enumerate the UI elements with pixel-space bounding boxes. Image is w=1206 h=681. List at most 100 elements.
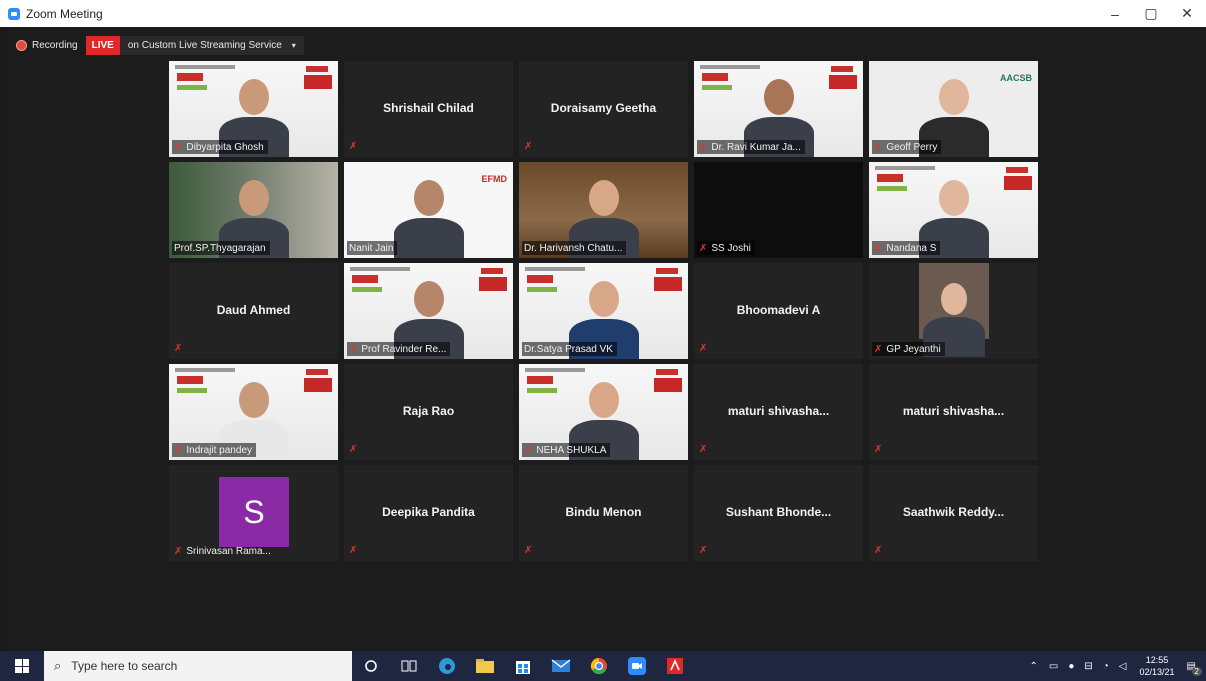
- participant-name: Deepika Pandita: [382, 505, 475, 519]
- participant-name: Dibyarpita Ghosh: [186, 141, 264, 153]
- participant-name: Dr. Ravi Kumar Ja...: [711, 141, 801, 153]
- participant-tile[interactable]: EFMD Nanit Jain: [344, 162, 513, 258]
- volume-icon[interactable]: ◁: [1119, 661, 1127, 672]
- participant-tile[interactable]: ✗ GP Jeyanthi: [869, 263, 1038, 359]
- participant-name: Daud Ahmed: [216, 303, 291, 317]
- zoom-icon[interactable]: [618, 651, 656, 681]
- participant-grid: ✗ Dibyarpita Ghosh Shrishail Chilad ✗ Dorais…: [169, 61, 1038, 561]
- participant-name-label: ✗ NEHA SHUKLA: [522, 443, 611, 457]
- microphone-muted-icon: ✗: [699, 545, 708, 556]
- participant-tile[interactable]: ✗ Nandana S: [869, 162, 1038, 258]
- participant-tile[interactable]: Doraisamy Geetha ✗: [519, 61, 688, 157]
- participant-tile[interactable]: ✗ NEHA SHUKLA: [519, 364, 688, 460]
- participant-name: Srinivasan Rama...: [186, 545, 271, 557]
- wifi-icon[interactable]: ◔: [1103, 661, 1109, 672]
- participant-name: Doraisamy Geetha: [550, 101, 657, 115]
- participant-name-label: ✗ Dibyarpita Ghosh: [172, 140, 268, 154]
- participant-name: Bindu Menon: [565, 505, 642, 519]
- participant-tile[interactable]: ✗ Indrajit pandey: [169, 364, 338, 460]
- participant-name: maturi shivasha...: [727, 404, 830, 418]
- windows-icon: [15, 659, 29, 673]
- participant-name-label: ✗ Dr. Ravi Kumar Ja...: [697, 140, 805, 154]
- participant-tile[interactable]: Deepika Pandita ✗: [344, 465, 513, 561]
- cortana-icon[interactable]: [352, 651, 390, 681]
- participant-name: maturi shivasha...: [902, 404, 1005, 418]
- chevron-up-icon[interactable]: ⌃: [1029, 661, 1037, 672]
- participant-name: Nanit Jain: [349, 242, 394, 254]
- clock[interactable]: 12:55 02/13/21: [1140, 654, 1175, 678]
- participant-tile[interactable]: Raja Rao ✗: [344, 364, 513, 460]
- participant-name: NEHA SHUKLA: [536, 444, 607, 456]
- participant-tile[interactable]: Saathwik Reddy... ✗: [869, 465, 1038, 561]
- participant-name: Geoff Perry: [886, 141, 938, 153]
- stream-label: on Custom Live Streaming Service: [127, 39, 282, 51]
- participant-name-label: Dr. Harivansh Chatu...: [522, 241, 627, 255]
- search-icon: ⌕: [54, 658, 62, 673]
- window-title: Zoom Meeting: [26, 6, 103, 21]
- mail-icon[interactable]: [542, 651, 580, 681]
- live-badge[interactable]: LIVE: [85, 35, 120, 55]
- participant-name: SS Joshi: [711, 242, 751, 254]
- edge-icon[interactable]: [428, 651, 466, 681]
- system-tray: ⌃ ▭ ● ⊟ ◔ ◁ 12:55 02/13/21 ▤ 2: [1023, 651, 1206, 681]
- participant-name-label: ✗ SS Joshi: [697, 241, 755, 255]
- chevron-down-icon: ▾: [291, 40, 296, 50]
- network-icon[interactable]: ⊟: [1084, 661, 1092, 672]
- participant-name: Dr.Satya Prasad VK: [524, 343, 613, 355]
- acrobat-icon[interactable]: [656, 651, 694, 681]
- participant-tile[interactable]: Bindu Menon ✗: [519, 465, 688, 561]
- participant-tile[interactable]: maturi shivasha... ✗: [694, 364, 863, 460]
- participant-tile[interactable]: Dr. Harivansh Chatu...: [519, 162, 688, 258]
- taskbar-search[interactable]: ⌕ Type here to search: [44, 651, 352, 681]
- participant-name: Bhoomadevi A: [736, 303, 821, 317]
- stream-dropdown[interactable]: on Custom Live Streaming Service ▾: [119, 35, 304, 55]
- participant-name-label: ✗ Prof Ravinder Re...: [347, 342, 451, 356]
- participant-video: [918, 263, 989, 357]
- participant-tile[interactable]: Shrishail Chilad ✗: [344, 61, 513, 157]
- microphone-muted-icon: ✗: [524, 444, 533, 456]
- chrome-icon[interactable]: [580, 651, 618, 681]
- microphone-icon[interactable]: ●: [1068, 661, 1074, 672]
- participant-tile[interactable]: ✗ Prof Ravinder Re...: [344, 263, 513, 359]
- participant-tile[interactable]: ✗ Dr. Ravi Kumar Ja...: [694, 61, 863, 157]
- avatar: S: [219, 477, 289, 547]
- microphone-muted-icon: ✗: [174, 141, 183, 153]
- participant-name-label: ✗ Indrajit pandey: [172, 443, 256, 457]
- participant-tile[interactable]: Daud Ahmed ✗: [169, 263, 338, 359]
- participant-tile[interactable]: maturi shivasha... ✗: [869, 364, 1038, 460]
- notification-icon[interactable]: ▤ 2: [1187, 661, 1202, 676]
- microphone-muted-icon: ✗: [874, 545, 883, 556]
- organisation-logo: EFMD: [481, 174, 508, 184]
- participant-tile[interactable]: Prof.SP.Thyagarajan: [169, 162, 338, 258]
- microphone-muted-icon: ✗: [874, 141, 883, 153]
- participant-tile[interactable]: Bhoomadevi A ✗: [694, 263, 863, 359]
- taskbar: ⌕ Type here to search ⌃ ▭ ● ⊟ ◔ ◁ 12:55 …: [0, 651, 1206, 681]
- battery-icon[interactable]: ▭: [1049, 661, 1058, 672]
- start-button[interactable]: [0, 651, 44, 681]
- participant-tile[interactable]: Sushant Bhonde... ✗: [694, 465, 863, 561]
- maximize-button[interactable]: ▢: [1133, 0, 1169, 27]
- participant-name: Shrishail Chilad: [383, 101, 474, 115]
- file-explorer-icon[interactable]: [466, 651, 504, 681]
- close-button[interactable]: ✕: [1169, 0, 1205, 27]
- participant-name-label: ✗ Srinivasan Rama...: [172, 544, 275, 558]
- microphone-muted-icon: ✗: [874, 444, 883, 455]
- participant-tile[interactable]: ✗ Dibyarpita Ghosh: [169, 61, 338, 157]
- participant-tile[interactable]: AACSB ✗ Geoff Perry: [869, 61, 1038, 157]
- microphone-muted-icon: ✗: [874, 242, 883, 254]
- participant-tile[interactable]: Dr.Satya Prasad VK: [519, 263, 688, 359]
- participant-name: Sushant Bhonde...: [725, 505, 832, 519]
- participant-name-label: Dr.Satya Prasad VK: [522, 342, 617, 356]
- store-icon[interactable]: [504, 651, 542, 681]
- participant-name: Saathwik Reddy...: [902, 505, 1005, 519]
- participant-name-label: ✗ Geoff Perry: [872, 140, 942, 154]
- recording-bar: Recording LIVE on Custom Live Streaming …: [16, 35, 304, 55]
- participant-video: [393, 180, 464, 258]
- task-view-icon[interactable]: [390, 651, 428, 681]
- minimize-button[interactable]: –: [1097, 0, 1133, 27]
- record-icon: [16, 39, 27, 51]
- participant-tile[interactable]: S ✗ Srinivasan Rama...: [169, 465, 338, 561]
- title-bar: Zoom Meeting – ▢ ✕: [0, 0, 1206, 27]
- participant-name: Dr. Harivansh Chatu...: [524, 242, 623, 254]
- participant-tile[interactable]: ✗ SS Joshi: [694, 162, 863, 258]
